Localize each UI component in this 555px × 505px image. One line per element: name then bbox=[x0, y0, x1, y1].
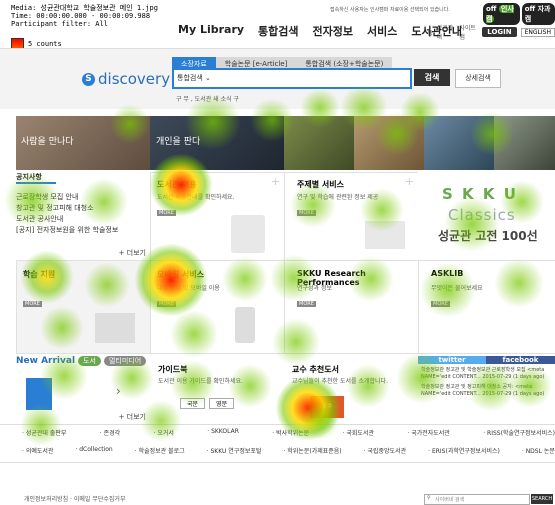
search-hint: 구 무 , 도서관 새 소식 구 bbox=[176, 96, 240, 103]
footer-link[interactable]: · 의예도서관 bbox=[22, 446, 53, 455]
campus-toggle-insa[interactable]: off 인사캠 bbox=[483, 3, 520, 25]
footer-link[interactable]: · 국회도서관 bbox=[343, 428, 374, 437]
twitter-tab[interactable]: twitter bbox=[418, 356, 486, 364]
search-scope-select[interactable]: 통합검색 ⌄ bbox=[177, 73, 211, 83]
nav-e-resources[interactable]: 전자정보 bbox=[313, 23, 353, 39]
notice-item[interactable]: [공지] 전자정보원을 위한 학술정보 bbox=[16, 225, 150, 236]
sitemap-link[interactable]: 사이트맵 bbox=[459, 23, 478, 41]
footer-link[interactable]: · 국가전자도서관 bbox=[407, 428, 449, 437]
new-arrival-panel: New Arrival 도서 멀티미디어 › + 더보기 bbox=[16, 356, 150, 422]
overlay-time: Time: 00:00:00.000 - 00:00:09.988 bbox=[11, 12, 151, 20]
campus-notice: 접속하신 사용자는 인사캠퍼 자료이용 선택되어 있습니다. bbox=[330, 7, 450, 13]
footer-links-row-1: · 성균관대 출판부 · 존경각 · 오거서 · SKKOLAR · 박사학위논… bbox=[22, 428, 555, 437]
notices-list: 근로장학생 모집 안내 창고관 및 정고피해 대청소 도서관 공사안내 [공지]… bbox=[16, 192, 150, 236]
campus-toggles: off 인사캠 off 자과캠 bbox=[483, 3, 555, 25]
guide-eng-button[interactable]: 영문 bbox=[209, 398, 235, 409]
new-arrival-more-link[interactable]: + 더보기 bbox=[119, 412, 146, 422]
new-arrival-title: New Arrival bbox=[16, 356, 76, 366]
professor-label[interactable]: 교수 bbox=[310, 396, 344, 418]
banner-tile-6[interactable] bbox=[494, 116, 555, 170]
plus-icon: + bbox=[270, 175, 280, 188]
social-post[interactable]: 학술정보관 정고관 및 정고피해 대청소 공지: <meta NAME='edi… bbox=[421, 384, 552, 398]
tab-multimedia[interactable]: 멀티미디어 bbox=[103, 356, 147, 366]
skku-classics-panel[interactable]: S K K U Classics 성균관 고전 100선 bbox=[418, 172, 555, 260]
footer-link[interactable]: · 오거서 bbox=[154, 428, 174, 437]
card-research-performances[interactable]: SKKU Research Performances 연구성과 정보 MORE bbox=[284, 260, 420, 354]
footer-link[interactable]: · dCollection bbox=[75, 446, 112, 455]
abc-illustration bbox=[95, 313, 135, 343]
footer-links-row-2: · 의예도서관 · dCollection · 학술정보관 블로그 · SKKU… bbox=[22, 446, 555, 455]
library-illustration bbox=[231, 215, 265, 253]
nav-services[interactable]: 서비스 bbox=[367, 23, 397, 39]
social-feed: 학술정보관 정고관 및 학술정보관 근로장학생 모집 <meta NAME='e… bbox=[418, 364, 555, 401]
footer-search-button[interactable]: SEARCH bbox=[531, 494, 553, 504]
card-learning-support[interactable]: 학습 지원 MORE bbox=[16, 260, 152, 354]
search-button[interactable]: 검색 bbox=[414, 69, 450, 86]
notice-item[interactable]: 창고관 및 정고피해 대청소 bbox=[16, 203, 150, 214]
social-panel: twitter facebook 학술정보관 정고관 및 학술정보관 근로장학생… bbox=[418, 356, 555, 422]
search-icon: ⚲ bbox=[427, 495, 431, 501]
banner-tile-5[interactable] bbox=[424, 116, 494, 170]
social-post[interactable]: 학술정보관 정고관 및 학술정보관 근로장학생 모집 <meta NAME='e… bbox=[421, 367, 552, 381]
book-illustration bbox=[365, 221, 405, 249]
notices-panel: 공지사항 근로장학생 모집 안내 창고관 및 정고피해 대청소 도서관 공사안내… bbox=[16, 172, 150, 260]
footer-link[interactable]: · SKKU 연구정보포털 bbox=[207, 446, 262, 455]
privacy-policy-link[interactable]: 개인정보처리방침 · 이메일 무단수집거부 bbox=[24, 494, 125, 503]
card-mobile-service[interactable]: 모바일 서비스 대출 반납 및 모바일 이용 MORE bbox=[150, 260, 286, 354]
card-subject-service[interactable]: 주제별 서비스 연구 및 학습에 관련된 정보 제공 MORE + bbox=[284, 172, 420, 262]
card-library-use[interactable]: 도서관 이용 도서관 이용안내를 확인하세요. MORE + bbox=[150, 172, 286, 262]
discovery-logo: S discovery bbox=[82, 70, 170, 88]
footer-link[interactable]: · 박사학위논문 bbox=[272, 428, 309, 437]
footer-divider bbox=[0, 424, 555, 425]
banner-tile-3[interactable] bbox=[284, 116, 354, 170]
tab-books[interactable]: 도서 bbox=[78, 356, 101, 366]
professor-picks-panel: 교수 추천도서 교수님들이 추천한 도서를 소개합니다. 교수 bbox=[284, 356, 418, 422]
footer-link[interactable]: · NDSL 논문 bbox=[522, 446, 555, 455]
advanced-search-button[interactable]: 상세검색 bbox=[455, 69, 501, 88]
banner-strip: 사람을 만나다 개인을 판다 bbox=[16, 116, 555, 170]
book-cover[interactable] bbox=[26, 378, 52, 410]
phone-illustration bbox=[235, 307, 255, 343]
facebook-tab[interactable]: facebook bbox=[486, 356, 555, 364]
guide-kor-button[interactable]: 국문 bbox=[180, 398, 206, 409]
footer-divider bbox=[0, 462, 555, 463]
guidebook-panel: 가이드북 도서관 이용 가이드를 확인하세요. 국문 영문 bbox=[158, 365, 243, 409]
footer-search-input[interactable]: ⚲ 사이버네 검색 bbox=[424, 494, 530, 505]
footer-link[interactable]: · SKKOLAR bbox=[207, 428, 239, 437]
nav-integrated-search[interactable]: 통합검색 bbox=[258, 23, 298, 39]
main-nav: My Library 통합검색 전자정보 서비스 도서관안내 bbox=[178, 23, 462, 39]
notices-more-link[interactable]: + 더보기 bbox=[119, 248, 146, 258]
banner-tile-2[interactable]: 개인을 판다 bbox=[150, 116, 284, 170]
nav-my-library[interactable]: My Library bbox=[178, 23, 244, 39]
footer-link[interactable]: · 존경각 bbox=[100, 428, 120, 437]
search-input[interactable]: 통합검색 ⌄ bbox=[172, 68, 412, 89]
footer-link[interactable]: · 학위논문(가제표준음) bbox=[283, 446, 341, 455]
login-button[interactable]: LOGIN bbox=[482, 27, 517, 37]
footer-link[interactable]: · 학술정보관 블로그 bbox=[135, 446, 185, 455]
notice-item[interactable]: 근로장학생 모집 안내 bbox=[16, 192, 150, 203]
banner-tile-4[interactable] bbox=[354, 116, 424, 170]
footer-link[interactable]: · RISS(학술연구정보서비스) bbox=[483, 428, 555, 437]
english-button[interactable]: ENGLISH bbox=[520, 27, 555, 37]
discovery-logo-icon: S bbox=[82, 72, 95, 86]
campus-toggle-jagwa[interactable]: off 자과캠 bbox=[521, 3, 555, 25]
overlay-participant: Participant filter: All bbox=[11, 20, 108, 28]
footer-link[interactable]: · 성균관대 출판부 bbox=[22, 428, 66, 437]
next-arrow-icon[interactable]: › bbox=[116, 384, 121, 398]
plus-icon: + bbox=[404, 175, 414, 188]
notice-item[interactable]: 도서관 공사안내 bbox=[16, 214, 150, 225]
heat-legend-label: 5 counts bbox=[28, 40, 62, 48]
footer-link[interactable]: · 국립중앙도서관 bbox=[364, 446, 406, 455]
footer-link[interactable]: · ERIS(과학연구정보서비스) bbox=[428, 446, 500, 455]
card-asklib[interactable]: ASKLIB 무엇이든 물어보세요 MORE bbox=[418, 260, 555, 354]
overlay-media: Media: 성균관대학교 학술정보관 메인 1.jpg bbox=[11, 4, 158, 12]
chevron-down-icon: ⌄ bbox=[205, 74, 211, 82]
nav-library-info[interactable]: 도서관안내 bbox=[411, 23, 462, 39]
notices-tab[interactable]: 공지사항 bbox=[16, 172, 56, 184]
banner-tile-1[interactable]: 사람을 만나다 bbox=[16, 116, 150, 170]
